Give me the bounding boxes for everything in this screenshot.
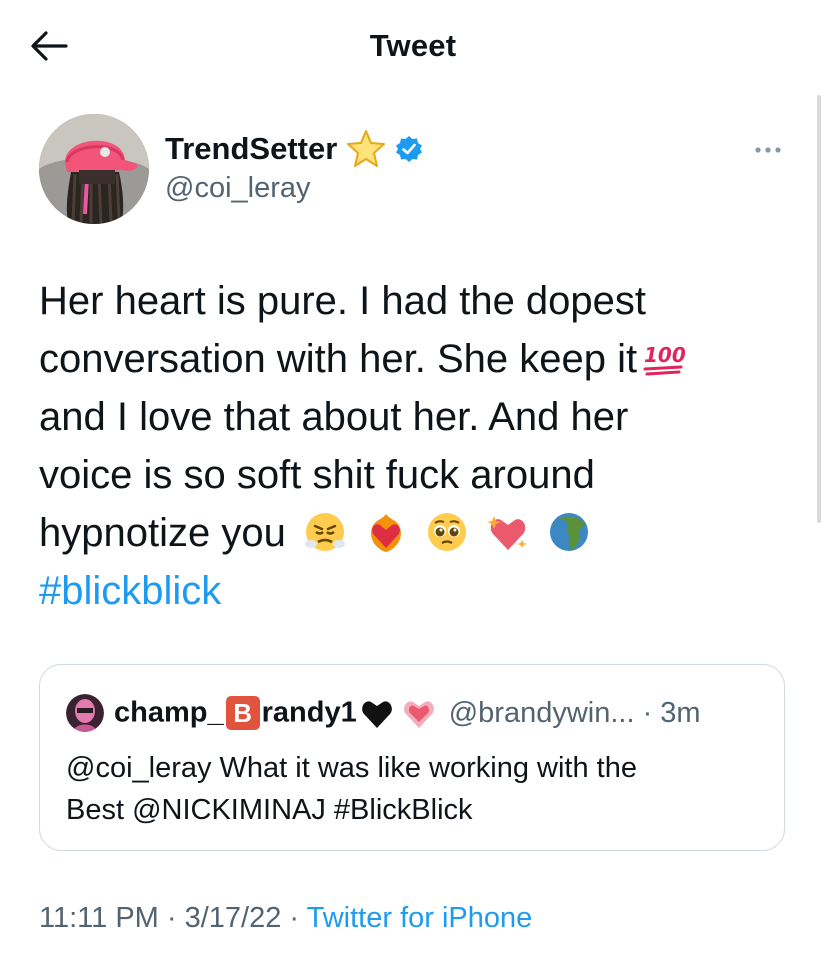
pleading-face-icon: [428, 513, 467, 551]
page-title: Tweet: [369, 28, 457, 63]
author-name-row[interactable]: TrendSetter: [165, 128, 423, 170]
quoted-name-part: randy1: [261, 696, 357, 729]
author-handle[interactable]: @coi_leray: [165, 172, 311, 205]
tweet-line-with-emoji: conversation with her. She keep it 100: [39, 330, 779, 388]
pink-heart-icon: [403, 701, 434, 728]
black-heart-icon: [361, 701, 392, 728]
sparkling-heart-icon: [487, 516, 528, 550]
quoted-name-part: champ_: [114, 696, 224, 729]
tweet-timestamp: 11:11 PM · 3/17/22 ·: [39, 902, 307, 934]
quoted-text-line: Best @NICKIMINAJ #BlickBlick: [66, 794, 473, 826]
tweet-line: and I love that about her. And her: [39, 395, 629, 439]
verified-badge-icon: [396, 136, 423, 162]
source-link[interactable]: Twitter for iPhone: [307, 902, 533, 934]
tweet-line: conversation with her. She keep it: [39, 337, 638, 381]
hashtag-link[interactable]: #blickblick: [39, 562, 779, 620]
quoted-author-name[interactable]: champ_ Brandy1: [114, 696, 357, 730]
steam-from-nose-icon: [304, 513, 345, 551]
tweet-line-with-emojis: hypnotize you: [39, 504, 779, 562]
quoted-text-line: @coi_leray What it was like working with…: [66, 752, 637, 784]
tweet-line: voice is so soft shit fuck around: [39, 453, 595, 497]
tweet-line: Her heart is pure. I had the dopest: [39, 279, 647, 323]
quoted-tweet-card[interactable]: champ_ Brandy1 @brandywin... · 3m @coi_le…: [39, 664, 785, 851]
author-display-name[interactable]: TrendSetter: [165, 131, 337, 167]
b-button-emoji: B: [225, 696, 260, 730]
scrollbar[interactable]: [817, 95, 821, 523]
tweet-line: hypnotize you: [39, 511, 286, 555]
quoted-handle-time: @brandywin... · 3m: [448, 696, 701, 729]
globe-americas-icon: [550, 513, 589, 551]
more-dots-icon: [755, 147, 781, 153]
tweet-meta: 11:11 PM · 3/17/22 · Twitter for iPhone: [39, 902, 532, 935]
hundred-points-icon: 100: [643, 343, 685, 376]
top-bar: Tweet: [0, 0, 826, 92]
author-avatar[interactable]: [39, 114, 149, 224]
tweet-text: Her heart is pure. I had the dopest conv…: [39, 272, 779, 620]
heart-on-fire-icon: [371, 514, 402, 552]
quoted-author-avatar[interactable]: [66, 694, 104, 732]
star-icon: [347, 130, 386, 167]
quoted-tweet-header: champ_ Brandy1 @brandywin... · 3m: [66, 693, 701, 733]
quoted-tweet-text: @coi_leray What it was like working with…: [66, 747, 766, 831]
more-options-button[interactable]: [750, 138, 790, 162]
svg-text:100: 100: [644, 343, 685, 367]
